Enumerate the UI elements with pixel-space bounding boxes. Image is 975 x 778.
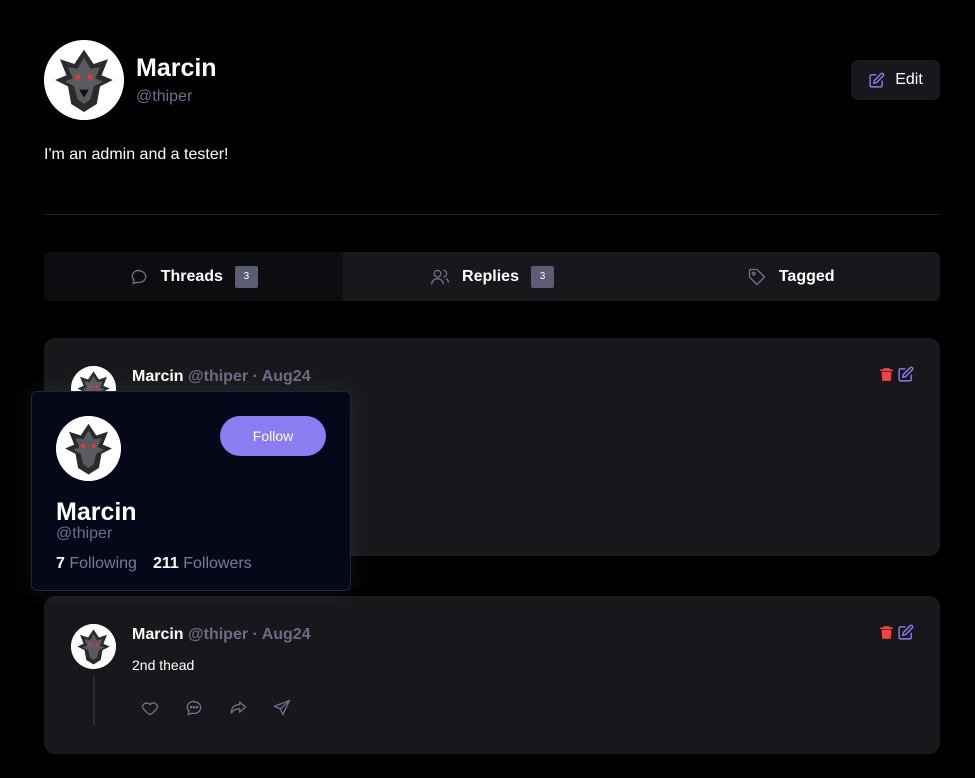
wolf-avatar-icon bbox=[44, 40, 124, 120]
users-icon bbox=[430, 267, 450, 287]
tab-label: Replies bbox=[462, 267, 519, 285]
user-hover-card: Follow Marcin @thiper 7 Following 211 Fo… bbox=[31, 391, 351, 591]
edit-icon bbox=[868, 72, 885, 89]
tab-label: Threads bbox=[160, 267, 223, 285]
hovercard-handle: @thiper bbox=[56, 525, 113, 542]
edit-profile-button[interactable]: Edit bbox=[851, 60, 940, 100]
repost-arrow-icon[interactable] bbox=[228, 698, 250, 720]
hovercard-stats: 7 Following 211 Followers bbox=[56, 555, 252, 573]
send-icon[interactable] bbox=[272, 698, 294, 720]
tab-label: Tagged bbox=[778, 267, 835, 285]
author-meta: @thiper · Aug24 bbox=[188, 368, 311, 385]
thread-line bbox=[93, 676, 95, 726]
following-stat[interactable]: 7 Following bbox=[56, 555, 137, 573]
edit-label: Edit bbox=[895, 71, 923, 88]
divider bbox=[44, 214, 940, 215]
hovercard-name: Marcin bbox=[56, 498, 137, 526]
profile-tabs: Threads 3 Replies 3 Tagged bbox=[44, 252, 940, 301]
hovercard-avatar[interactable] bbox=[56, 416, 121, 481]
thread-author[interactable]: Marcin @thiper · Aug24 bbox=[132, 626, 311, 644]
edit-icon[interactable] bbox=[897, 366, 914, 384]
like-heart-icon[interactable] bbox=[140, 698, 162, 720]
followers-label: Followers bbox=[183, 555, 252, 572]
wolf-avatar-icon bbox=[71, 624, 116, 669]
author-meta: @thiper · Aug24 bbox=[188, 626, 311, 643]
author-name: Marcin bbox=[132, 626, 184, 643]
wolf-avatar-icon bbox=[56, 416, 121, 481]
profile-handle: @thiper bbox=[136, 88, 193, 105]
thread-actions bbox=[878, 624, 914, 642]
thread-interactions bbox=[140, 698, 294, 720]
profile-avatar bbox=[44, 40, 124, 120]
following-label: Following bbox=[69, 555, 137, 572]
following-count: 7 bbox=[56, 555, 65, 572]
thread-author[interactable]: Marcin @thiper · Aug24 bbox=[132, 368, 311, 386]
tag-icon bbox=[747, 267, 767, 287]
followers-stat[interactable]: 211 Followers bbox=[153, 555, 252, 573]
follow-button[interactable]: Follow bbox=[220, 416, 326, 456]
comment-icon[interactable] bbox=[184, 698, 206, 720]
author-name: Marcin bbox=[132, 368, 184, 385]
delete-icon[interactable] bbox=[878, 366, 895, 384]
tab-count-badge: 3 bbox=[234, 265, 258, 288]
tab-tagged[interactable]: Tagged bbox=[641, 252, 940, 301]
thread-text: 2nd thead bbox=[132, 657, 195, 673]
thread-avatar[interactable] bbox=[71, 624, 116, 669]
profile-name: Marcin bbox=[136, 54, 217, 82]
thread-actions bbox=[878, 366, 914, 384]
edit-icon[interactable] bbox=[897, 624, 914, 642]
thread-card[interactable]: Marcin @thiper · Aug24 2nd thead bbox=[44, 596, 940, 754]
tab-threads[interactable]: Threads 3 bbox=[44, 252, 343, 301]
tab-count-badge: 3 bbox=[530, 265, 554, 288]
followers-count: 211 bbox=[152, 555, 179, 572]
profile-bio: I'm an admin and a tester! bbox=[44, 146, 229, 163]
tab-replies[interactable]: Replies 3 bbox=[343, 252, 642, 301]
delete-icon[interactable] bbox=[878, 624, 895, 642]
chat-bubble-icon bbox=[129, 267, 149, 287]
